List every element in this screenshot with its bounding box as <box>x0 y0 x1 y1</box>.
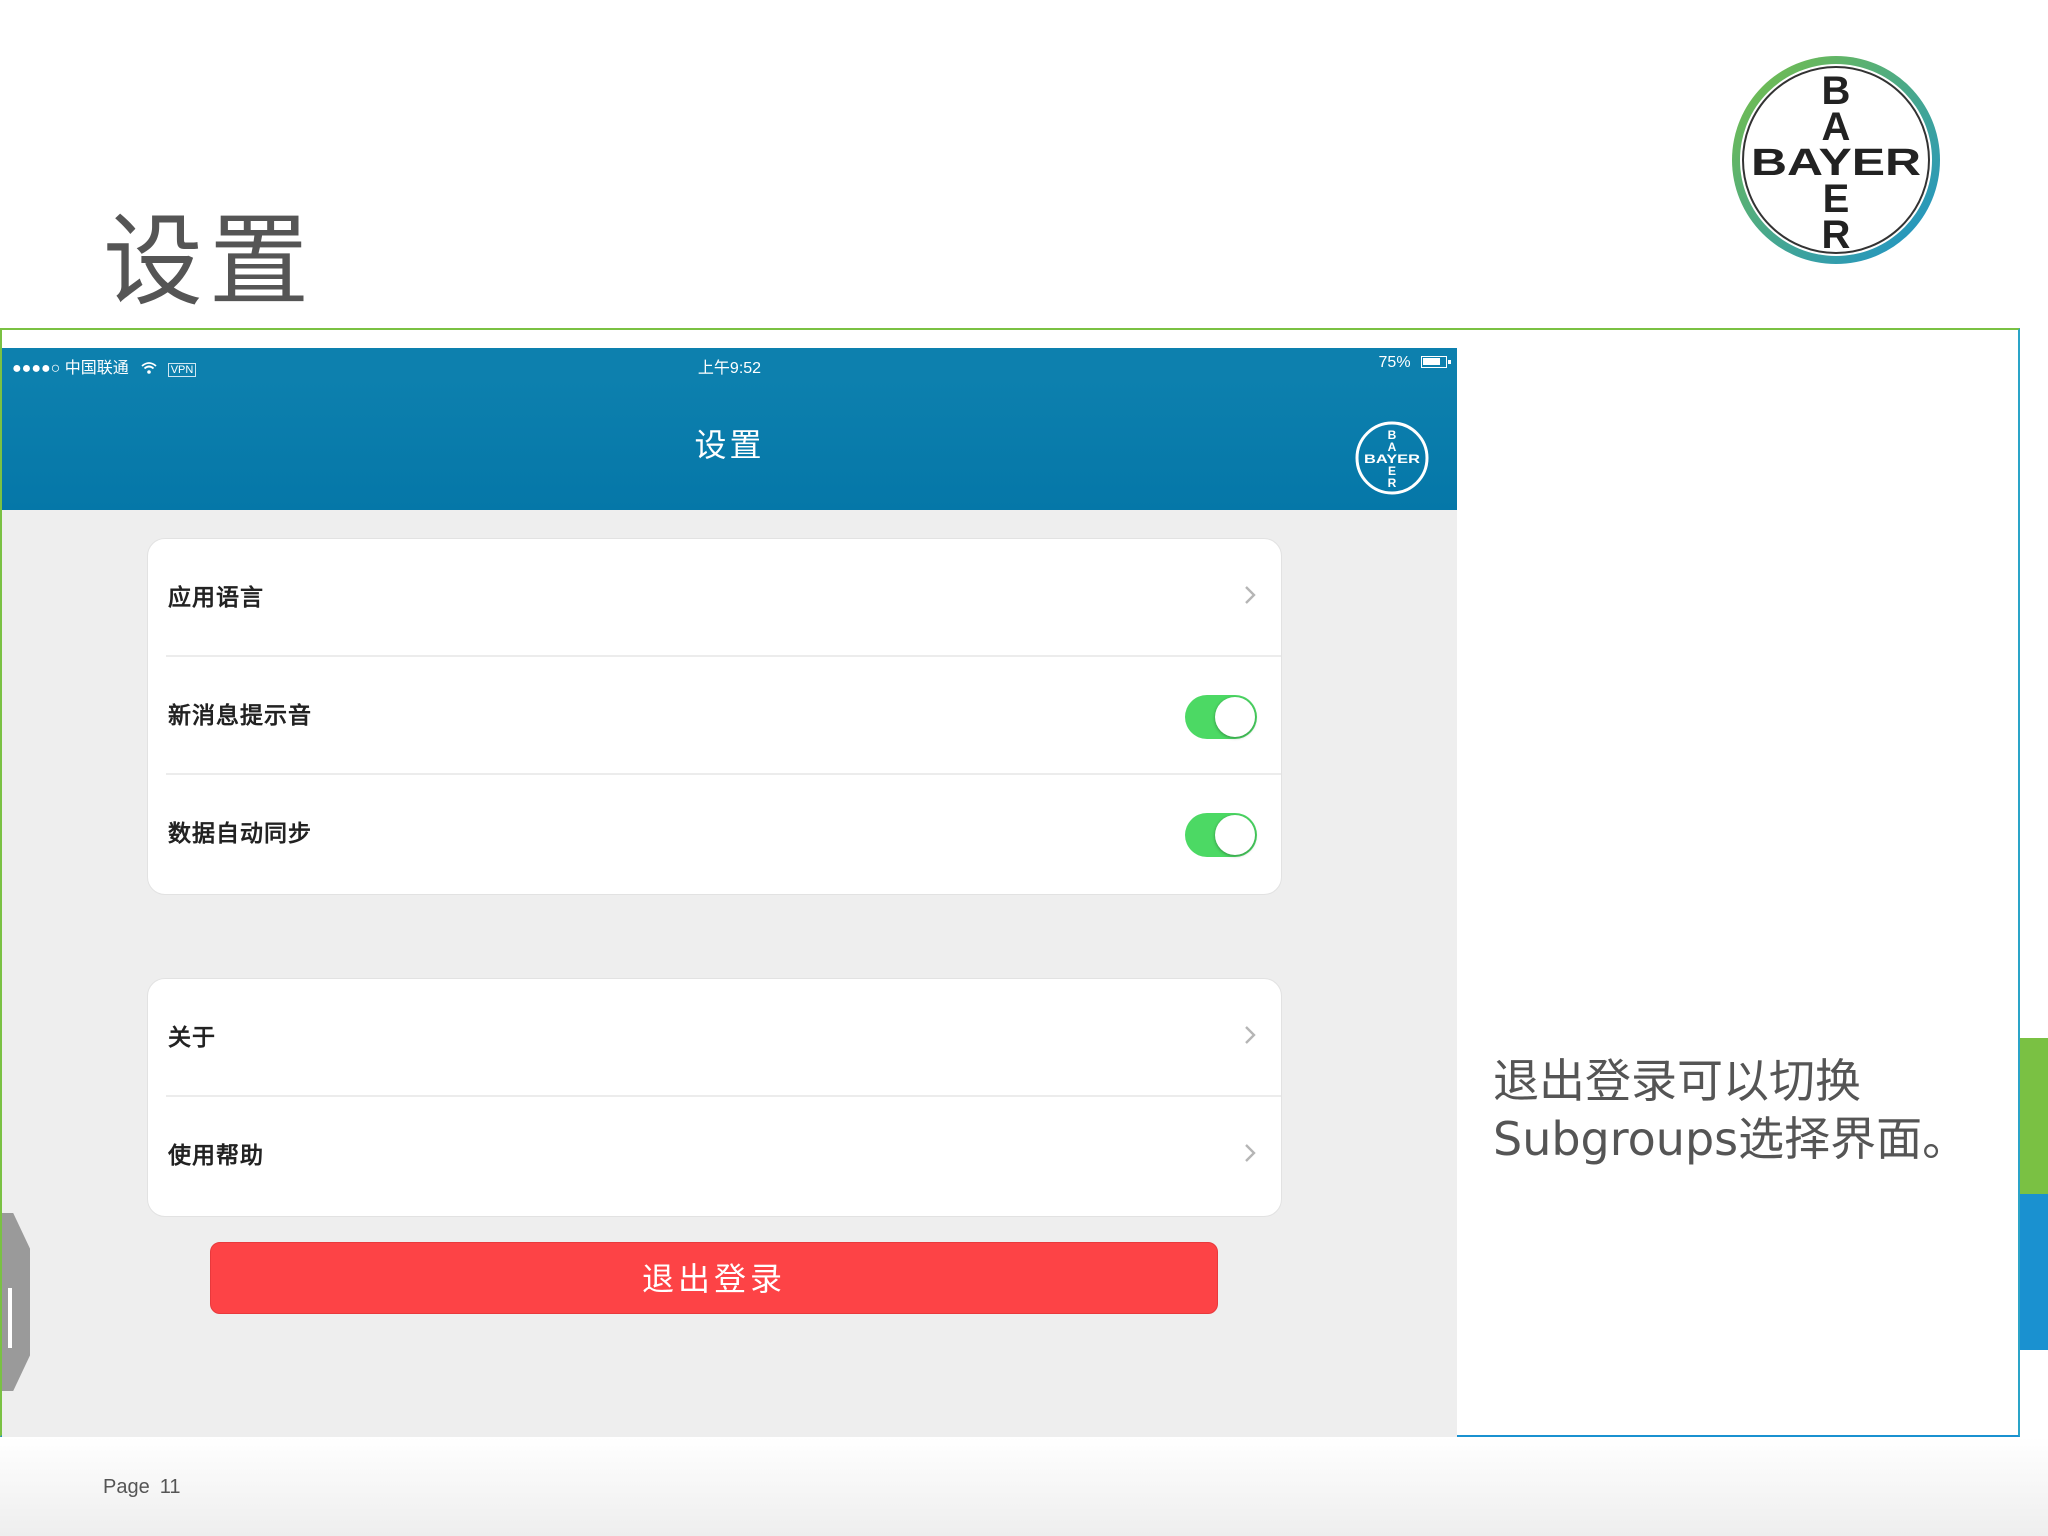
status-bar: ●●●●○ 中国联通 VPN 上午9:52 75% <box>2 348 1457 378</box>
accent-bar-green <box>2018 1038 2048 1194</box>
auto-sync-toggle[interactable] <box>1185 813 1257 857</box>
bayer-logo: B A BAYER E R <box>1732 56 1940 264</box>
chevron-right-icon <box>1245 586 1256 604</box>
setting-label: 数据自动同步 <box>168 821 312 847</box>
setting-row-message-sound: 新消息提示音 <box>166 657 1281 775</box>
toggle-knob <box>1215 697 1255 737</box>
side-drawer-grip <box>8 1288 12 1348</box>
page-title: 设置 <box>103 203 315 320</box>
setting-label: 新消息提示音 <box>168 703 312 729</box>
setting-row-help[interactable]: 使用帮助 <box>166 1097 1281 1215</box>
settings-group-preferences: 应用语言 新消息提示音 数据自动同步 <box>147 538 1282 895</box>
nav-title: 设置 <box>694 426 765 464</box>
side-drawer-handle[interactable] <box>2 1213 30 1391</box>
setting-row-auto-sync: 数据自动同步 <box>166 775 1281 893</box>
footer-band <box>0 1437 2048 1536</box>
toggle-knob <box>1215 815 1255 855</box>
battery-icon <box>1421 356 1451 368</box>
chevron-right-icon <box>1245 1144 1256 1162</box>
setting-row-app-language[interactable]: 应用语言 <box>166 539 1281 657</box>
battery-percent: 75% <box>1378 354 1411 371</box>
status-battery: 75% <box>1378 354 1451 372</box>
callout-line: 退出登录可以切换 <box>1493 1054 1861 1108</box>
callout-line: Subgroups选择界面。 <box>1493 1112 1969 1166</box>
callout-text: 退出登录可以切换 Subgroups选择界面。 <box>1493 1052 1968 1168</box>
status-time: 上午9:52 <box>697 360 762 377</box>
settings-group-info: 关于 使用帮助 <box>147 978 1282 1217</box>
bayer-logo-small: B A BAYER E R <box>1355 421 1429 495</box>
page-number: Page 11 <box>103 1476 190 1499</box>
message-sound-toggle[interactable] <box>1185 695 1257 739</box>
setting-label: 应用语言 <box>168 585 264 611</box>
setting-label: 关于 <box>168 1025 216 1051</box>
page-prefix: Page <box>103 1476 150 1498</box>
nav-bar: 设置 B A BAYER E R <box>2 378 1457 510</box>
logo-letter: R <box>1388 476 1397 490</box>
chevron-right-icon <box>1245 1026 1256 1044</box>
page-value: 11 <box>159 1476 181 1498</box>
accent-bar-blue <box>2018 1194 2048 1350</box>
logout-button[interactable]: 退出登录 <box>210 1242 1218 1314</box>
setting-row-about[interactable]: 关于 <box>166 979 1281 1097</box>
setting-label: 使用帮助 <box>168 1143 264 1169</box>
logo-letter: R <box>1822 213 1851 257</box>
